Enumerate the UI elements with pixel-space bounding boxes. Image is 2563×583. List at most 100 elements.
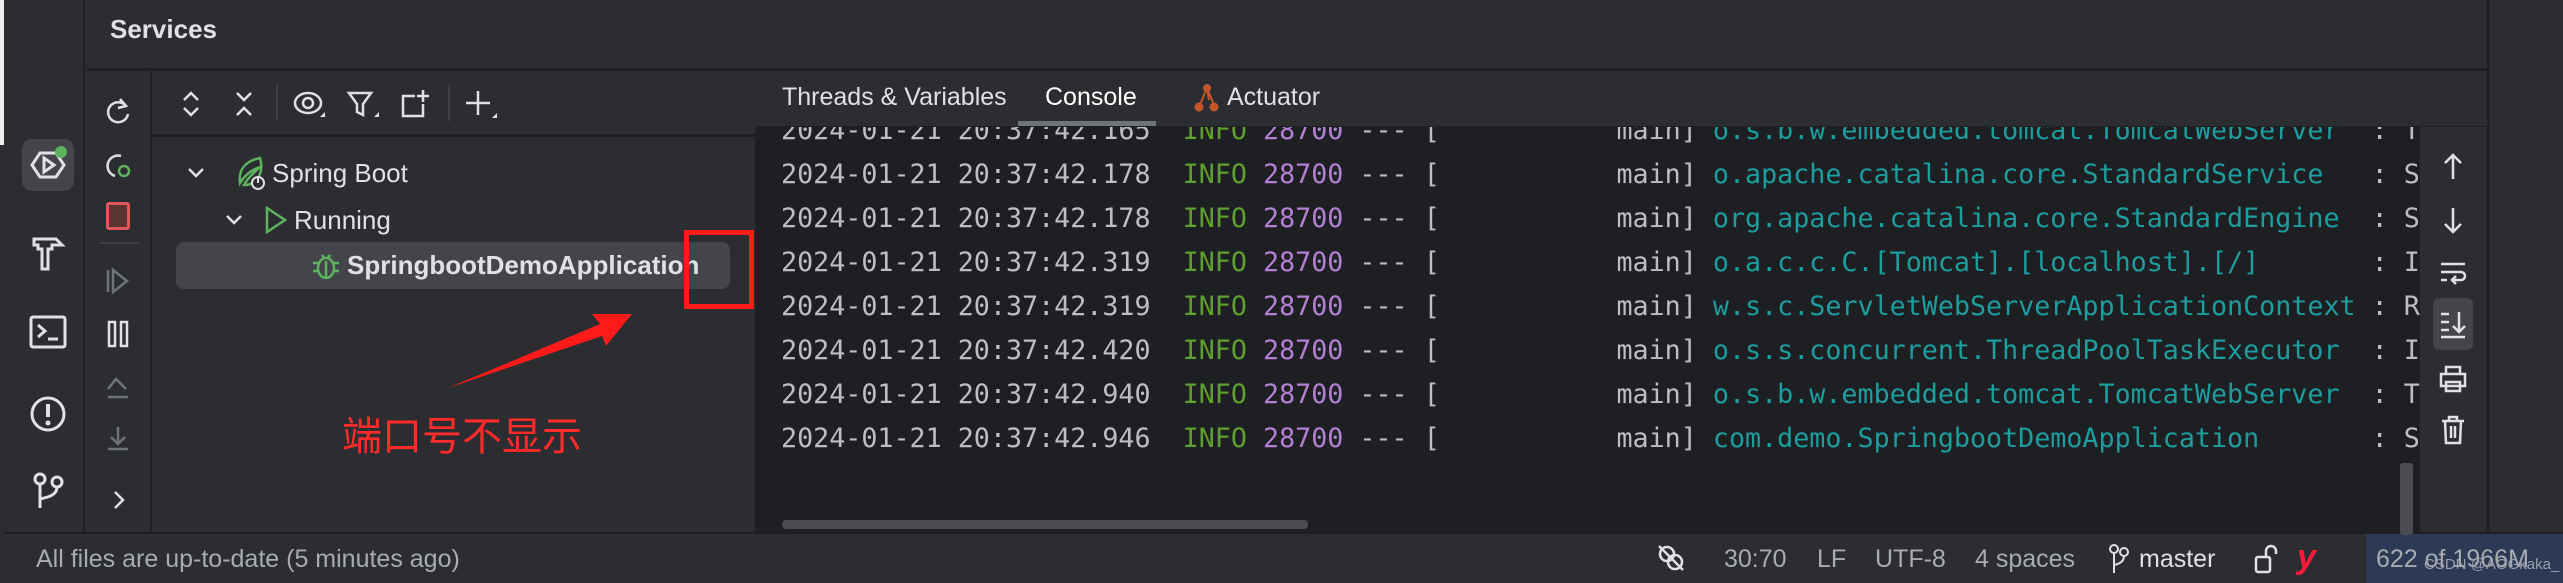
log-logger: w.s.c.ServletWebServerApplicationContext <box>1712 291 2356 322</box>
status-message[interactable]: All files are up-to-date (5 minutes ago) <box>36 545 460 574</box>
services-icon[interactable] <box>22 139 74 191</box>
scroll-up-icon[interactable] <box>2433 146 2473 186</box>
log-level: INFO <box>1182 203 1247 234</box>
divider <box>448 85 450 121</box>
trash-icon[interactable] <box>2433 410 2473 450</box>
refresh-icon[interactable] <box>101 94 135 128</box>
log-colon: : <box>2371 247 2388 278</box>
log-msg: St <box>2403 423 2421 454</box>
annotation-arrow <box>448 314 632 388</box>
step-over-icon[interactable] <box>101 370 135 404</box>
stop-icon[interactable] <box>101 199 135 233</box>
log-date: 2024-01-21 20:37:42.178 <box>781 159 1151 190</box>
log-msg: In <box>2403 335 2421 366</box>
tab-threads-variables[interactable]: Threads & Variables <box>782 83 1007 127</box>
log-logger: o.apache.catalina.core.StandardService <box>1712 159 2324 190</box>
divider <box>276 85 278 121</box>
log-date: 2024-01-21 20:37:42.319 <box>781 291 1151 322</box>
log-level: INFO <box>1182 159 1247 190</box>
right-tool-strip <box>2451 0 2563 532</box>
expand-all-icon[interactable] <box>174 87 208 121</box>
tree-item-label: Running <box>294 204 391 235</box>
log-logger: o.s.b.w.embedded.tomcat.TomcatWebServer <box>1712 379 2340 410</box>
log-sep: --- <box>1359 423 1408 454</box>
status-bar: All files are up-to-date (5 minutes ago)… <box>4 532 2563 583</box>
tool-window-bar <box>4 0 85 532</box>
log-line: 2024-01-21 20:37:42.319 INFO 28700 --- [main… <box>781 241 2421 285</box>
file-encoding[interactable]: UTF-8 <box>1875 545 1946 574</box>
services-header: Services <box>87 0 2487 71</box>
build-hammer-icon[interactable] <box>22 227 74 279</box>
line-ending[interactable]: LF <box>1817 545 1846 574</box>
horizontal-scrollbar[interactable] <box>782 520 1308 529</box>
log-level: INFO <box>1182 335 1247 366</box>
tab-actuator[interactable]: Actuator <box>1193 83 1320 127</box>
log-sep: --- <box>1359 379 1408 410</box>
actuator-icon <box>1194 84 1219 112</box>
terminal-icon[interactable] <box>22 306 74 358</box>
log-open: [ <box>1423 423 1440 454</box>
lock-open-icon[interactable] <box>2254 544 2280 574</box>
log-thread: main] <box>1616 159 1697 190</box>
annotation-highlight-box <box>684 230 754 309</box>
tree-item-label: Spring Boot <box>272 157 408 188</box>
console-toolbar <box>2420 71 2487 532</box>
annotation-text: 端口号不显示 <box>342 415 582 459</box>
log-line: 2024-01-21 20:37:42.420 INFO 28700 --- [main… <box>781 329 2421 373</box>
cursor-position[interactable]: 30:70 <box>1724 545 1787 574</box>
log-logger: com.demo.SpringbootDemoApplication <box>1712 423 2260 454</box>
chevron-right-icon[interactable] <box>101 483 135 517</box>
watermark: CSDN @AOGkaka_ <box>2424 556 2560 573</box>
log-sep: --- <box>1359 335 1408 366</box>
vertical-scrollbar[interactable] <box>2400 463 2413 535</box>
chevron-down-icon[interactable] <box>184 163 208 183</box>
tree-item-running[interactable]: Running <box>222 202 391 238</box>
log-colon: : <box>2371 203 2388 234</box>
log-msg: St <box>2403 159 2421 190</box>
git-branch-icon[interactable] <box>22 464 74 516</box>
log-colon: : <box>2371 335 2388 366</box>
tree-item-spring-boot[interactable]: Spring Boot <box>184 155 408 191</box>
rerun-debug-icon[interactable] <box>101 148 135 182</box>
tree-item-label: SpringbootDemoApplication <box>347 249 700 280</box>
filter-icon[interactable] <box>346 87 380 121</box>
console-output[interactable]: 2024-01-21 20:37:42.165 INFO 28700 ---[main… <box>781 109 2421 529</box>
add-icon[interactable] <box>464 87 498 121</box>
log-pid: 28700 <box>1263 335 1344 366</box>
problems-icon[interactable] <box>22 388 74 440</box>
log-open: [ <box>1423 335 1440 366</box>
soft-wrap-icon[interactable] <box>2433 253 2473 293</box>
scroll-down-icon[interactable] <box>2433 201 2473 241</box>
spring-boot-icon <box>238 156 265 190</box>
plugin-y-icon[interactable]: y <box>2297 538 2316 577</box>
pause-icon[interactable] <box>101 317 135 351</box>
active-tab-indicator <box>1018 121 1156 126</box>
eye-icon[interactable] <box>292 87 326 121</box>
scroll-to-end-icon[interactable] <box>2433 298 2473 350</box>
log-colon: : <box>2371 379 2388 410</box>
log-date: 2024-01-21 20:37:42.178 <box>781 203 1151 234</box>
indent-setting[interactable]: 4 spaces <box>1975 545 2075 574</box>
log-logger: o.a.c.c.C.[Tomcat].[localhost].[/] <box>1712 247 2260 278</box>
new-tab-icon[interactable] <box>398 87 432 121</box>
log-sep: --- <box>1359 159 1408 190</box>
log-sep: --- <box>1359 247 1408 278</box>
chevron-down-icon[interactable] <box>222 210 246 230</box>
print-icon[interactable] <box>2433 359 2473 399</box>
log-thread: main] <box>1616 203 1697 234</box>
log-pid: 28700 <box>1263 291 1344 322</box>
collapse-all-icon[interactable] <box>227 87 261 121</box>
log-logger: o.s.s.concurrent.ThreadPoolTaskExecutor <box>1712 335 2340 366</box>
log-line: 2024-01-21 20:37:42.178 INFO 28700 --- [main… <box>781 197 2421 241</box>
resume-icon[interactable] <box>101 264 135 298</box>
log-line: 2024-01-21 20:37:42.178 INFO 28700 --- [main… <box>781 153 2421 197</box>
console-panel: Threads & Variables Console Actuator 202… <box>755 71 2487 535</box>
git-branch[interactable]: master <box>2139 545 2215 574</box>
git-branch-icon <box>2108 543 2130 575</box>
ai-disabled-icon[interactable] <box>1656 543 1686 573</box>
download-icon[interactable] <box>101 421 135 455</box>
log-level: INFO <box>1182 291 1247 322</box>
tree-item-springbootdemoapplication[interactable]: SpringbootDemoApplication <box>176 242 730 289</box>
log-level: INFO <box>1182 379 1247 410</box>
log-pid: 28700 <box>1263 159 1344 190</box>
